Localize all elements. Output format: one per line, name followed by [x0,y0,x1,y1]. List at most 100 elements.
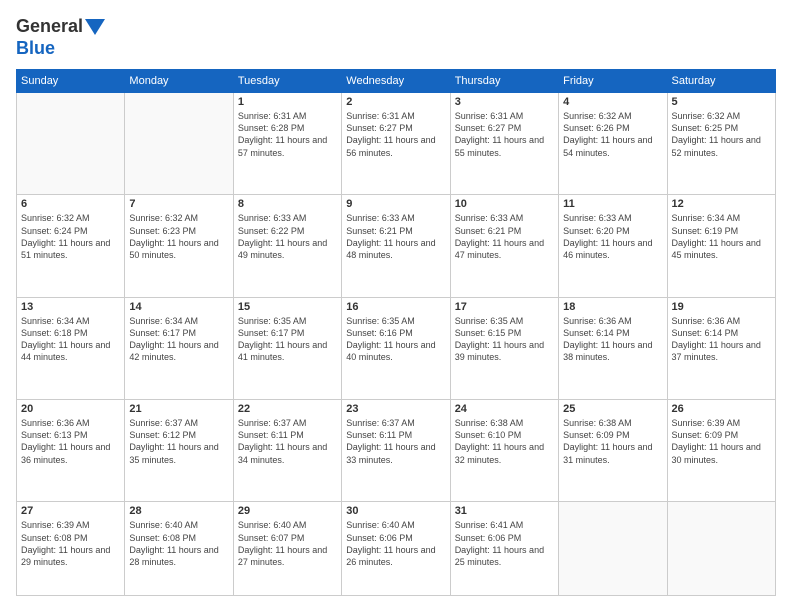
calendar-cell: 5 Sunrise: 6:32 AM Sunset: 6:25 PM Daylig… [667,93,775,195]
day-info: Sunrise: 6:37 AM Sunset: 6:12 PM Dayligh… [129,417,228,466]
calendar-cell: 26 Sunrise: 6:39 AM Sunset: 6:09 PM Dayli… [667,400,775,502]
calendar-cell [17,93,125,195]
day-number: 21 [129,403,228,415]
day-number: 5 [672,96,771,108]
calendar-cell: 13Sunrise: 6:34 AM Sunset: 6:18 PM Dayli… [17,297,125,399]
day-number: 18 [563,301,662,313]
header: General Blue [16,16,776,59]
calendar-cell [125,93,233,195]
day-info: Sunrise: 6:35 AM Sunset: 6:15 PM Dayligh… [455,315,554,364]
day-of-week-header: Monday [125,70,233,93]
calendar-cell: 14 Sunrise: 6:34 AM Sunset: 6:17 PM Dayli… [125,297,233,399]
day-info: Sunrise: 6:34 AM Sunset: 6:18 PM Dayligh… [21,315,120,364]
day-info: Sunrise: 6:34 AM Sunset: 6:17 PM Dayligh… [129,315,228,364]
calendar-cell: 31 Sunrise: 6:41 AM Sunset: 6:06 PM Dayli… [450,502,558,596]
calendar-cell: 8Sunrise: 6:33 AM Sunset: 6:22 PM Daylig… [233,195,341,297]
day-number: 9 [346,198,445,210]
day-info: Sunrise: 6:35 AM Sunset: 6:17 PM Dayligh… [238,315,337,364]
calendar-cell: 3 Sunrise: 6:31 AM Sunset: 6:27 PM Daylig… [450,93,558,195]
page: General Blue SundayMondayTuesdayWednesda… [0,0,792,612]
day-info: Sunrise: 6:40 AM Sunset: 6:07 PM Dayligh… [238,519,337,568]
calendar-week-row: 13Sunrise: 6:34 AM Sunset: 6:18 PM Dayli… [17,297,776,399]
day-info: Sunrise: 6:31 AM Sunset: 6:27 PM Dayligh… [346,110,445,159]
day-number: 10 [455,198,554,210]
day-info: Sunrise: 6:38 AM Sunset: 6:09 PM Dayligh… [563,417,662,466]
day-number: 15 [238,301,337,313]
calendar-cell: 27Sunrise: 6:39 AM Sunset: 6:08 PM Dayli… [17,502,125,596]
day-of-week-header: Sunday [17,70,125,93]
calendar-cell: 6 Sunrise: 6:32 AM Sunset: 6:24 PM Daylig… [17,195,125,297]
calendar-week-row: 1Sunrise: 6:31 AM Sunset: 6:28 PM Daylig… [17,93,776,195]
day-info: Sunrise: 6:33 AM Sunset: 6:20 PM Dayligh… [563,212,662,261]
logo: General Blue [16,16,105,59]
day-info: Sunrise: 6:32 AM Sunset: 6:26 PM Dayligh… [563,110,662,159]
day-number: 3 [455,96,554,108]
day-number: 20 [21,403,120,415]
day-number: 7 [129,198,228,210]
calendar-week-row: 6 Sunrise: 6:32 AM Sunset: 6:24 PM Daylig… [17,195,776,297]
day-info: Sunrise: 6:38 AM Sunset: 6:10 PM Dayligh… [455,417,554,466]
day-info: Sunrise: 6:41 AM Sunset: 6:06 PM Dayligh… [455,519,554,568]
day-info: Sunrise: 6:39 AM Sunset: 6:09 PM Dayligh… [672,417,771,466]
day-number: 25 [563,403,662,415]
day-number: 11 [563,198,662,210]
day-info: Sunrise: 6:35 AM Sunset: 6:16 PM Dayligh… [346,315,445,364]
day-info: Sunrise: 6:33 AM Sunset: 6:21 PM Dayligh… [455,212,554,261]
day-info: Sunrise: 6:37 AM Sunset: 6:11 PM Dayligh… [346,417,445,466]
day-info: Sunrise: 6:37 AM Sunset: 6:11 PM Dayligh… [238,417,337,466]
day-info: Sunrise: 6:32 AM Sunset: 6:25 PM Dayligh… [672,110,771,159]
calendar-cell: 23 Sunrise: 6:37 AM Sunset: 6:11 PM Dayli… [342,400,450,502]
day-info: Sunrise: 6:36 AM Sunset: 6:14 PM Dayligh… [672,315,771,364]
calendar-cell: 29 Sunrise: 6:40 AM Sunset: 6:07 PM Dayli… [233,502,341,596]
day-of-week-header: Wednesday [342,70,450,93]
day-number: 22 [238,403,337,415]
calendar-table: SundayMondayTuesdayWednesdayThursdayFrid… [16,69,776,596]
calendar-cell: 2 Sunrise: 6:31 AM Sunset: 6:27 PM Daylig… [342,93,450,195]
day-info: Sunrise: 6:32 AM Sunset: 6:23 PM Dayligh… [129,212,228,261]
calendar-cell [559,502,667,596]
calendar-cell: 1Sunrise: 6:31 AM Sunset: 6:28 PM Daylig… [233,93,341,195]
calendar-cell: 15 Sunrise: 6:35 AM Sunset: 6:17 PM Dayli… [233,297,341,399]
day-number: 23 [346,403,445,415]
day-info: Sunrise: 6:31 AM Sunset: 6:27 PM Dayligh… [455,110,554,159]
day-number: 27 [21,505,120,517]
calendar-cell: 30 Sunrise: 6:40 AM Sunset: 6:06 PM Dayli… [342,502,450,596]
calendar-cell: 21 Sunrise: 6:37 AM Sunset: 6:12 PM Dayli… [125,400,233,502]
calendar-cell: 24 Sunrise: 6:38 AM Sunset: 6:10 PM Dayli… [450,400,558,502]
calendar-cell: 22 Sunrise: 6:37 AM Sunset: 6:11 PM Dayli… [233,400,341,502]
calendar-cell: 18Sunrise: 6:36 AM Sunset: 6:14 PM Dayli… [559,297,667,399]
calendar-header-row: SundayMondayTuesdayWednesdayThursdayFrid… [17,70,776,93]
day-number: 29 [238,505,337,517]
day-number: 4 [563,96,662,108]
calendar-cell: 28Sunrise: 6:40 AM Sunset: 6:08 PM Dayli… [125,502,233,596]
day-info: Sunrise: 6:40 AM Sunset: 6:06 PM Dayligh… [346,519,445,568]
calendar-cell [667,502,775,596]
day-number: 1 [238,96,337,108]
calendar-cell: 25 Sunrise: 6:38 AM Sunset: 6:09 PM Dayli… [559,400,667,502]
calendar-cell: 9 Sunrise: 6:33 AM Sunset: 6:21 PM Daylig… [342,195,450,297]
day-number: 30 [346,505,445,517]
day-info: Sunrise: 6:33 AM Sunset: 6:21 PM Dayligh… [346,212,445,261]
calendar-cell: 20 Sunrise: 6:36 AM Sunset: 6:13 PM Dayli… [17,400,125,502]
day-of-week-header: Friday [559,70,667,93]
day-number: 2 [346,96,445,108]
day-info: Sunrise: 6:32 AM Sunset: 6:24 PM Dayligh… [21,212,120,261]
day-number: 14 [129,301,228,313]
day-info: Sunrise: 6:34 AM Sunset: 6:19 PM Dayligh… [672,212,771,261]
calendar-cell: 10 Sunrise: 6:33 AM Sunset: 6:21 PM Dayli… [450,195,558,297]
day-info: Sunrise: 6:36 AM Sunset: 6:13 PM Dayligh… [21,417,120,466]
calendar-cell: 12Sunrise: 6:34 AM Sunset: 6:19 PM Dayli… [667,195,775,297]
day-number: 17 [455,301,554,313]
day-number: 24 [455,403,554,415]
calendar-cell: 16Sunrise: 6:35 AM Sunset: 6:16 PM Dayli… [342,297,450,399]
day-of-week-header: Tuesday [233,70,341,93]
day-number: 26 [672,403,771,415]
day-of-week-header: Thursday [450,70,558,93]
calendar-cell: 19 Sunrise: 6:36 AM Sunset: 6:14 PM Dayli… [667,297,775,399]
day-number: 19 [672,301,771,313]
calendar-week-row: 20 Sunrise: 6:36 AM Sunset: 6:13 PM Dayli… [17,400,776,502]
day-info: Sunrise: 6:33 AM Sunset: 6:22 PM Dayligh… [238,212,337,261]
calendar-week-row: 27Sunrise: 6:39 AM Sunset: 6:08 PM Dayli… [17,502,776,596]
day-number: 6 [21,198,120,210]
day-number: 31 [455,505,554,517]
